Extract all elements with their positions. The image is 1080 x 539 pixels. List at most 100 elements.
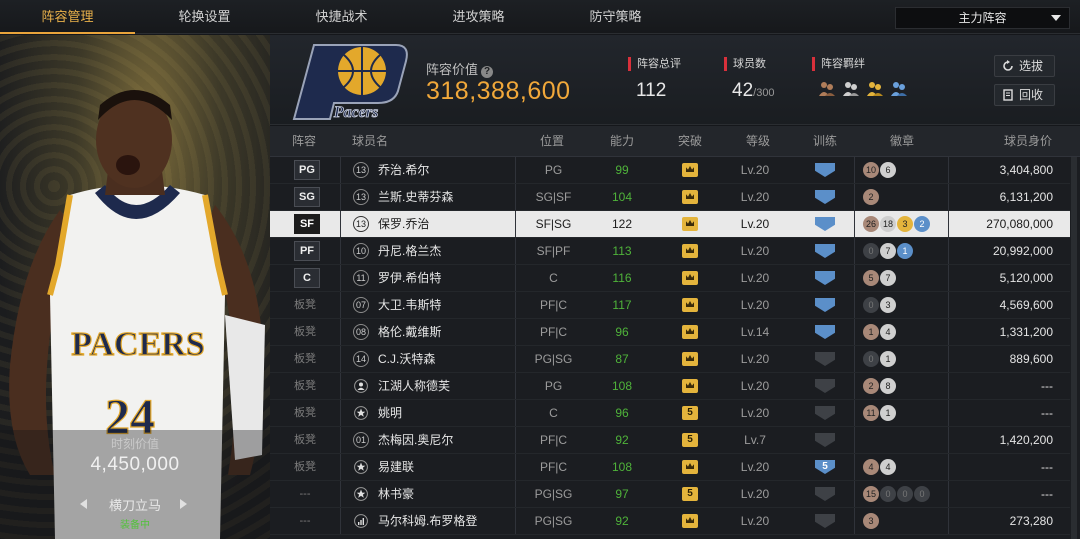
lineup-slot-text[interactable]: 板凳 xyxy=(270,319,340,345)
badges-cell[interactable]: 28 xyxy=(860,373,946,399)
training-cell[interactable]: 5 xyxy=(800,454,850,480)
lineup-slot-badge[interactable]: PF xyxy=(294,241,320,261)
breakthrough-cell[interactable]: 5 xyxy=(665,427,715,453)
badges-cell[interactable] xyxy=(860,427,946,453)
breakthrough-cell[interactable]: 5 xyxy=(665,481,715,507)
training-cell[interactable] xyxy=(800,481,850,507)
table-row[interactable]: 板凳 08 格伦.戴维斯 PF|C 96 Lv.14 1 4 1,331,200 xyxy=(270,319,1070,346)
badges-cell[interactable]: 57 xyxy=(860,265,946,291)
col-price[interactable]: 球员身价 xyxy=(1004,126,1052,157)
tab-offense-strategy[interactable]: 进攻策略 xyxy=(411,0,546,34)
badges-cell[interactable]: 3 xyxy=(860,508,946,534)
table-row[interactable]: PG 13 乔治.希尔 PG 99 Lv.20 10 6 3,404,800 xyxy=(270,157,1070,184)
col-level[interactable]: 等级 xyxy=(746,126,770,157)
breakthrough-cell[interactable] xyxy=(665,265,715,291)
training-cell[interactable] xyxy=(800,319,850,345)
badges-cell[interactable]: 11 1 xyxy=(860,400,946,426)
col-position[interactable]: 位置 xyxy=(540,126,564,157)
player-level: Lv.20 xyxy=(740,460,770,474)
table-row[interactable]: --- 林书豪 PG|SG 97 5 Lv.20 15 0 0 0 --- xyxy=(270,481,1070,508)
breakthrough-cell[interactable] xyxy=(665,238,715,264)
table-row[interactable]: PF 10 丹尼.格兰杰 SF|PF 113 Lv.20 0 7 1 20,992,000 xyxy=(270,238,1070,265)
breakthrough-cell[interactable] xyxy=(665,508,715,534)
bond-silver-icon[interactable] xyxy=(842,79,860,97)
lineup-slot-text[interactable]: 板凳 xyxy=(270,400,340,426)
col-ability[interactable]: 能力 xyxy=(610,126,634,157)
breakthrough-cell[interactable] xyxy=(665,346,715,372)
lineup-slot-text[interactable]: 板凳 xyxy=(270,427,340,453)
recall-button[interactable]: 回收 xyxy=(994,84,1055,106)
bond-gold-icon[interactable] xyxy=(866,79,884,97)
col-breakthrough[interactable]: 突破 xyxy=(678,126,702,157)
lineup-slot-text[interactable]: 板凳 xyxy=(270,346,340,372)
training-cell[interactable] xyxy=(800,265,850,291)
breakthrough-cell[interactable] xyxy=(665,319,715,345)
training-cell[interactable] xyxy=(800,373,850,399)
training-cell[interactable] xyxy=(800,427,850,453)
breakthrough-cell[interactable] xyxy=(665,373,715,399)
lineup-slot-text[interactable]: 板凳 xyxy=(270,292,340,318)
lineup-slot-badge[interactable]: C xyxy=(294,268,320,288)
badges-cell[interactable]: 26 18 3 2 xyxy=(860,211,946,237)
table-row[interactable]: 板凳 姚明 C 96 5 Lv.20 11 1 --- xyxy=(270,400,1070,427)
lineup-slot-text[interactable]: 板凳 xyxy=(270,454,340,480)
arrow-left-icon[interactable] xyxy=(80,499,87,509)
lineup-slot-text[interactable]: --- xyxy=(270,481,340,507)
scrollbar[interactable] xyxy=(1071,157,1077,539)
badges-cell[interactable]: 15 0 0 0 xyxy=(860,481,946,507)
badges-cell[interactable]: 01 xyxy=(860,346,946,372)
tab-quick-tactics[interactable]: 快捷战术 xyxy=(274,0,409,34)
lineup-slot-text[interactable]: 板凳 xyxy=(270,373,340,399)
lineup-slot-text[interactable]: --- xyxy=(270,508,340,534)
badges-cell[interactable]: 03 xyxy=(860,292,946,318)
badges-cell[interactable]: 2 xyxy=(860,184,946,210)
breakthrough-cell[interactable] xyxy=(665,454,715,480)
badges-cell[interactable]: 44 xyxy=(860,454,946,480)
training-cell[interactable] xyxy=(800,400,850,426)
table-row[interactable]: 板凳 江湖人称德芙 PG 108 Lv.20 2 8 --- xyxy=(270,373,1070,400)
arrow-right-icon[interactable] xyxy=(180,499,187,509)
player-ability: 108 xyxy=(611,460,633,474)
breakthrough-cell[interactable] xyxy=(665,184,715,210)
bond-bronze-icon[interactable] xyxy=(818,79,836,97)
lineup-slot-badge[interactable]: SF xyxy=(294,214,320,234)
table-row[interactable]: 板凳 14 C.J.沃特森 PG|SG 87 Lv.20 0 1 889,600 xyxy=(270,346,1070,373)
training-cell[interactable] xyxy=(800,157,850,183)
tab-defense-strategy[interactable]: 防守策略 xyxy=(548,0,683,34)
lineup-slot-badge[interactable]: PG xyxy=(294,160,320,180)
training-cell[interactable] xyxy=(800,346,850,372)
column-divider xyxy=(948,454,949,480)
breakthrough-cell[interactable] xyxy=(665,211,715,237)
breakthrough-cell[interactable] xyxy=(665,157,715,183)
table-row[interactable]: 板凳 易建联 PF|C 108 Lv.20 5 4 4 --- xyxy=(270,454,1070,481)
breakthrough-cell[interactable] xyxy=(665,292,715,318)
badges-cell[interactable]: 10 6 xyxy=(860,157,946,183)
table-row[interactable]: 板凳 07 大卫.韦斯特 PF|C 117 Lv.20 0 3 4,569,600 xyxy=(270,292,1070,319)
lineup-dropdown[interactable]: 主力阵容 xyxy=(895,7,1070,29)
tab-rotation-settings[interactable]: 轮换设置 xyxy=(137,0,272,34)
badges-cell[interactable]: 14 xyxy=(860,319,946,345)
player-card[interactable]: PACERS 24 时刻价值 4,450,000 横刀立马 装备中 xyxy=(0,35,270,539)
training-cell[interactable] xyxy=(800,184,850,210)
col-badges[interactable]: 徽章 xyxy=(890,126,914,157)
tab-lineup-management[interactable]: 阵容管理 xyxy=(0,0,135,34)
bond-blue-icon[interactable] xyxy=(890,79,908,97)
badges-cell[interactable]: 071 xyxy=(860,238,946,264)
col-lineup[interactable]: 阵容 xyxy=(292,126,316,157)
training-cell[interactable] xyxy=(800,508,850,534)
lineup-slot-badge[interactable]: SG xyxy=(294,187,320,207)
table-row[interactable]: C 11 罗伊.希伯特 C 116 Lv.20 5 7 5,120,000 xyxy=(270,265,1070,292)
breakthrough-cell[interactable]: 5 xyxy=(665,400,715,426)
training-cell[interactable] xyxy=(800,211,850,237)
training-cell[interactable] xyxy=(800,238,850,264)
col-training[interactable]: 训练 xyxy=(813,126,837,157)
bond-icons[interactable] xyxy=(812,77,912,101)
scout-button[interactable]: 选拔 xyxy=(994,55,1055,77)
table-row[interactable]: SG 13 兰斯.史蒂芬森 SG|SF 104 Lv.20 2 6,131,200 xyxy=(270,184,1070,211)
table-row[interactable]: --- 马尔科姆.布罗格登 PG|SG 92 Lv.20 3 273,280 xyxy=(270,508,1070,535)
table-row[interactable]: SF 13 保罗.乔治 SF|SG 122 Lv.20 26 18 3 2 270,080,000 xyxy=(270,211,1070,238)
training-cell[interactable] xyxy=(800,292,850,318)
table-row[interactable]: 板凳 01 杰梅因.奥尼尔 PF|C 92 5 Lv.7 1,420,200 xyxy=(270,427,1070,454)
player-level: Lv.20 xyxy=(740,514,770,528)
col-name[interactable]: 球员名 xyxy=(352,126,388,157)
